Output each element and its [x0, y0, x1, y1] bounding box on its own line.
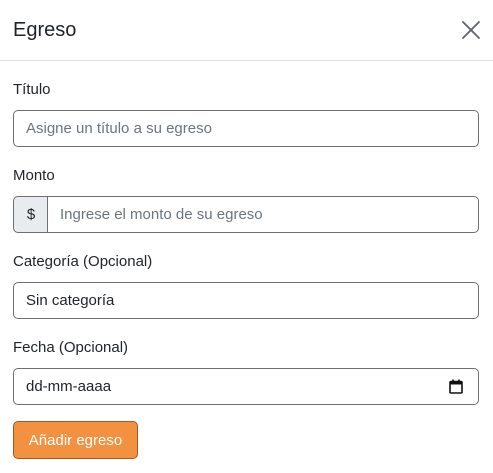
titulo-label: Título: [13, 81, 51, 98]
close-button[interactable]: [458, 17, 484, 43]
fecha-value: dd-mm-aaaa: [26, 378, 112, 395]
add-egreso-button[interactable]: Añadir egreso: [13, 421, 138, 459]
monto-label: Monto: [13, 167, 55, 184]
titulo-input[interactable]: [13, 110, 479, 147]
calendar-icon[interactable]: [449, 379, 463, 394]
fecha-input[interactable]: dd-mm-aaaa: [13, 368, 479, 405]
categoria-selected-value: Sin categoría: [26, 292, 115, 309]
fecha-label: Fecha (Opcional): [13, 339, 129, 356]
egreso-modal: Egreso Título Monto $ Categoría (Opciona…: [0, 0, 493, 473]
monto-input[interactable]: [47, 196, 479, 233]
categoria-label: Categoría (Opcional): [13, 253, 153, 270]
modal-title: Egreso: [13, 19, 77, 41]
categoria-select[interactable]: Sin categoría: [13, 282, 479, 319]
close-icon: [462, 21, 480, 39]
currency-prefix: $: [13, 196, 48, 233]
modal-header: Egreso: [0, 0, 493, 61]
